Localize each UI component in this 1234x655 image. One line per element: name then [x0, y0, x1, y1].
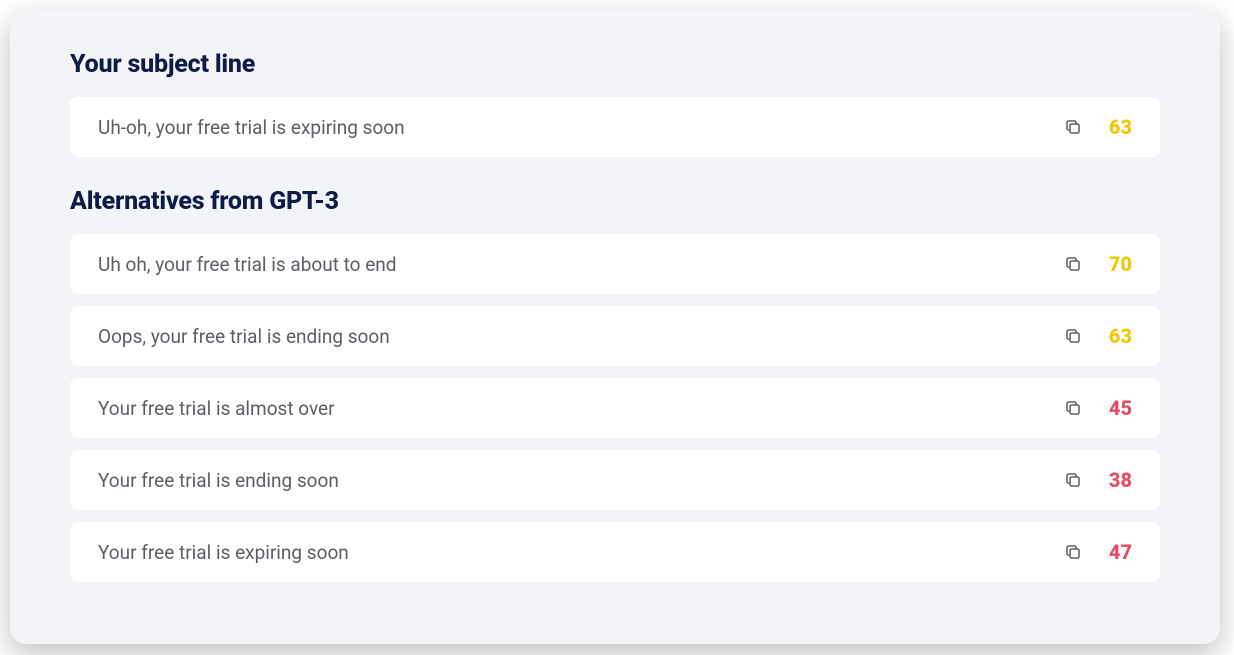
alternative-text: Your free trial is ending soon	[98, 469, 339, 492]
copy-icon[interactable]	[1064, 399, 1082, 417]
score-value: 47	[1102, 540, 1132, 564]
row-right: 63	[1064, 324, 1132, 348]
row-right: 45	[1064, 396, 1132, 420]
alternative-text: Oops, your free trial is ending soon	[98, 325, 390, 348]
alternative-text: Your free trial is expiring soon	[98, 541, 349, 564]
alternative-row: Your free trial is ending soon 38	[70, 450, 1160, 510]
copy-icon[interactable]	[1064, 471, 1082, 489]
row-right: 38	[1064, 468, 1132, 492]
score-value: 63	[1102, 324, 1132, 348]
subject-line-row: Uh-oh, your free trial is expiring soon …	[70, 97, 1160, 157]
row-right: 70	[1064, 252, 1132, 276]
alternative-text: Your free trial is almost over	[98, 397, 335, 420]
row-right: 63	[1064, 115, 1132, 139]
score-value: 70	[1102, 252, 1132, 276]
your-subject-heading: Your subject line	[70, 50, 1160, 79]
copy-icon[interactable]	[1064, 543, 1082, 561]
score-value: 45	[1102, 396, 1132, 420]
copy-icon[interactable]	[1064, 118, 1082, 136]
copy-icon[interactable]	[1064, 255, 1082, 273]
subject-line-text: Uh-oh, your free trial is expiring soon	[98, 116, 405, 139]
alternative-row: Your free trial is expiring soon 47	[70, 522, 1160, 582]
alternative-row: Your free trial is almost over 45	[70, 378, 1160, 438]
alternatives-heading: Alternatives from GPT-3	[70, 187, 1160, 216]
alternative-row: Oops, your free trial is ending soon 63	[70, 306, 1160, 366]
copy-icon[interactable]	[1064, 327, 1082, 345]
score-value: 38	[1102, 468, 1132, 492]
main-panel: Your subject line Uh-oh, your free trial…	[10, 10, 1220, 644]
score-value: 63	[1102, 115, 1132, 139]
alternative-row: Uh oh, your free trial is about to end 7…	[70, 234, 1160, 294]
alternative-text: Uh oh, your free trial is about to end	[98, 253, 396, 276]
row-right: 47	[1064, 540, 1132, 564]
